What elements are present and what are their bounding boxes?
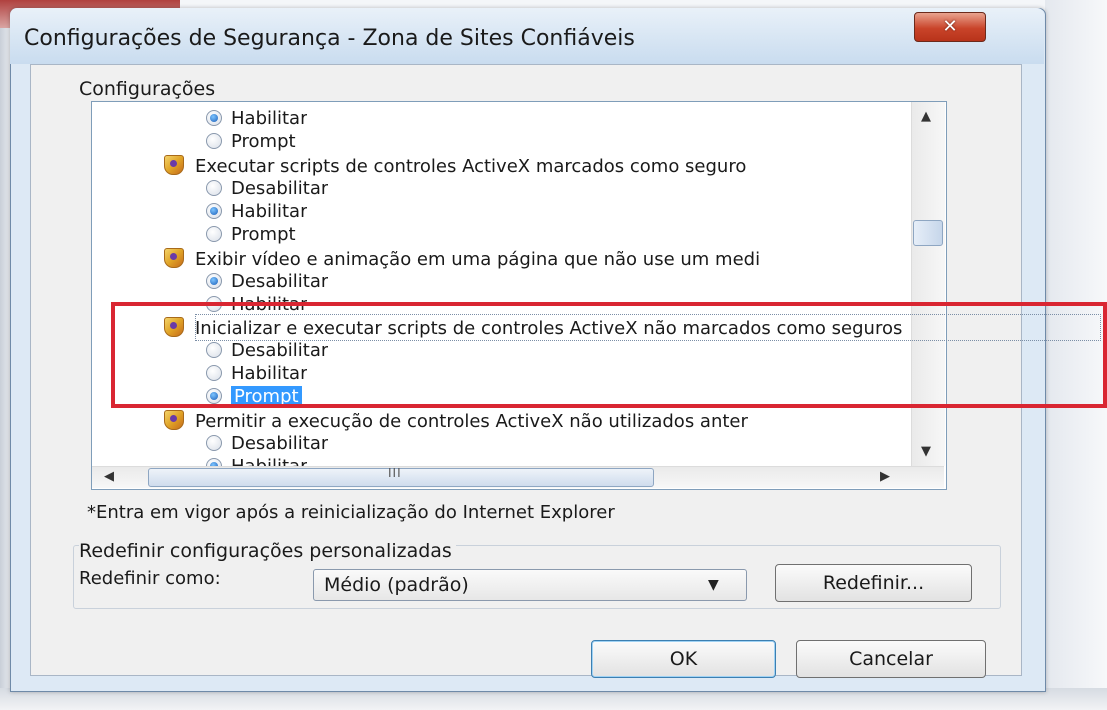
scroll-left-icon[interactable]: ◀ bbox=[104, 469, 114, 484]
radio-option[interactable]: Habilitar bbox=[206, 201, 307, 223]
option-label: Desabilitar bbox=[231, 271, 329, 292]
reset-group-label: Redefinir configurações personalizadas bbox=[79, 540, 456, 562]
option-label: Habilitar bbox=[231, 201, 308, 222]
close-button[interactable]: ✕ bbox=[914, 12, 986, 42]
scroll-up-icon[interactable]: ▲ bbox=[921, 109, 931, 124]
option-label: Desabilitar bbox=[231, 433, 329, 454]
option-label: Habilitar bbox=[231, 456, 307, 466]
setting-label: Exibir vídeo e animação em uma página qu… bbox=[195, 249, 761, 270]
setting-item[interactable]: Permitir a execução de controles ActiveX… bbox=[164, 410, 748, 432]
radio-option[interactable]: Habilitar bbox=[206, 456, 307, 466]
scroll-grip-icon: III bbox=[388, 466, 402, 480]
radio-unselected-icon bbox=[206, 180, 222, 196]
scroll-down-icon[interactable]: ▼ bbox=[921, 444, 931, 459]
restart-note: *Entra em vigor após a reinicialização d… bbox=[87, 502, 615, 523]
close-icon: ✕ bbox=[942, 16, 958, 37]
setting-label: Permitir a execução de controles ActiveX… bbox=[195, 411, 748, 432]
reset-button[interactable]: Redefinir... bbox=[775, 564, 972, 602]
radio-unselected-icon bbox=[206, 226, 222, 242]
desktop-background-left bbox=[0, 0, 10, 710]
option-label: Prompt bbox=[231, 224, 296, 245]
window-title: Configurações de Segurança - Zona de Sit… bbox=[24, 26, 635, 51]
reset-as-label: Redefinir como: bbox=[79, 568, 221, 589]
radio-selected-icon bbox=[206, 273, 222, 289]
setting-label: Executar scripts de controles ActiveX ma… bbox=[195, 156, 747, 177]
setting-item[interactable]: Exibir vídeo e animação em uma página qu… bbox=[164, 248, 760, 270]
annotation-highlight-box bbox=[111, 302, 1107, 408]
radio-option[interactable]: Prompt bbox=[206, 224, 296, 246]
radio-option[interactable]: Desabilitar bbox=[206, 433, 328, 455]
vertical-scroll-thumb[interactable] bbox=[913, 220, 943, 246]
radio-selected-icon bbox=[206, 203, 222, 219]
setting-shield-icon bbox=[164, 410, 184, 430]
radio-unselected-icon bbox=[206, 435, 222, 451]
setting-item[interactable]: Executar scripts de controles ActiveX ma… bbox=[164, 155, 746, 177]
radio-selected-icon bbox=[206, 110, 222, 126]
vertical-scrollbar[interactable] bbox=[911, 102, 945, 466]
radio-option[interactable]: Desabilitar bbox=[206, 271, 328, 293]
ok-button[interactable]: OK bbox=[591, 640, 776, 678]
setting-shield-icon bbox=[164, 155, 184, 175]
option-label: Prompt bbox=[231, 131, 296, 152]
chevron-down-icon[interactable]: ▼ bbox=[708, 577, 719, 593]
option-label: Desabilitar bbox=[231, 178, 329, 199]
radio-option[interactable]: Prompt bbox=[206, 131, 296, 153]
setting-shield-icon bbox=[164, 248, 184, 268]
security-level-value: Médio (padrão) bbox=[324, 574, 469, 596]
cancel-button[interactable]: Cancelar bbox=[796, 640, 986, 678]
settings-group-label: Configurações bbox=[79, 78, 216, 100]
scroll-right-icon[interactable]: ▶ bbox=[880, 469, 890, 484]
radio-selected-icon bbox=[206, 458, 222, 466]
radio-option[interactable]: Habilitar bbox=[206, 108, 307, 130]
radio-option[interactable]: Desabilitar bbox=[206, 178, 328, 200]
option-label: Habilitar bbox=[231, 108, 308, 129]
radio-unselected-icon bbox=[206, 133, 222, 149]
